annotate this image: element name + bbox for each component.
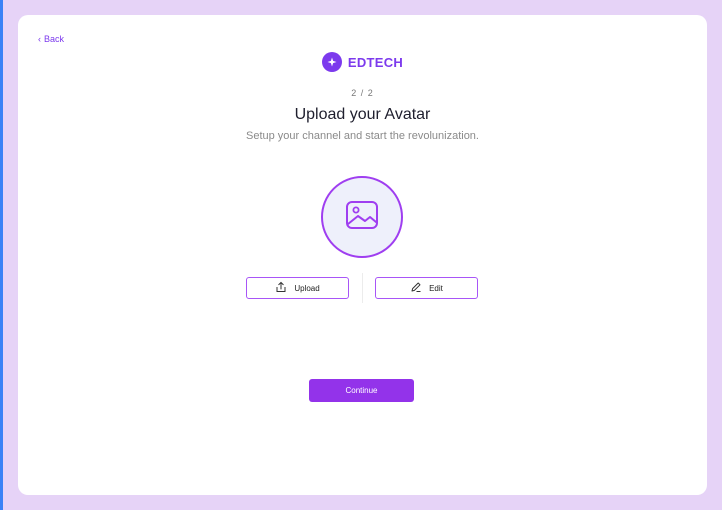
edit-label: Edit (429, 283, 443, 293)
page-title: Upload your Avatar (294, 106, 431, 123)
page-subtitle: Setup your channel and start the revolun… (246, 130, 479, 142)
back-link[interactable]: ‹ Back (38, 34, 64, 44)
avatar-placeholder[interactable] (321, 176, 403, 258)
edit-button[interactable]: Edit (375, 277, 478, 299)
window-edge-strip (0, 0, 3, 510)
image-icon (345, 200, 379, 235)
upload-avatar-card: ‹ Back EDTECH 2 / 2 Upload your Avatar S… (18, 15, 707, 495)
button-divider (362, 273, 363, 303)
upload-button[interactable]: Upload (246, 277, 349, 299)
pencil-icon (410, 281, 422, 295)
upload-label: Upload (294, 283, 320, 293)
continue-button[interactable]: Continue (309, 379, 414, 402)
back-label: Back (44, 34, 65, 44)
chevron-left-icon: ‹ (38, 33, 41, 44)
sparkle-icon (321, 52, 342, 72)
step-indicator: 2 / 2 (351, 88, 374, 98)
brand: EDTECH (18, 52, 707, 72)
brand-name: EDTECH (347, 54, 404, 70)
upload-icon (275, 281, 287, 295)
